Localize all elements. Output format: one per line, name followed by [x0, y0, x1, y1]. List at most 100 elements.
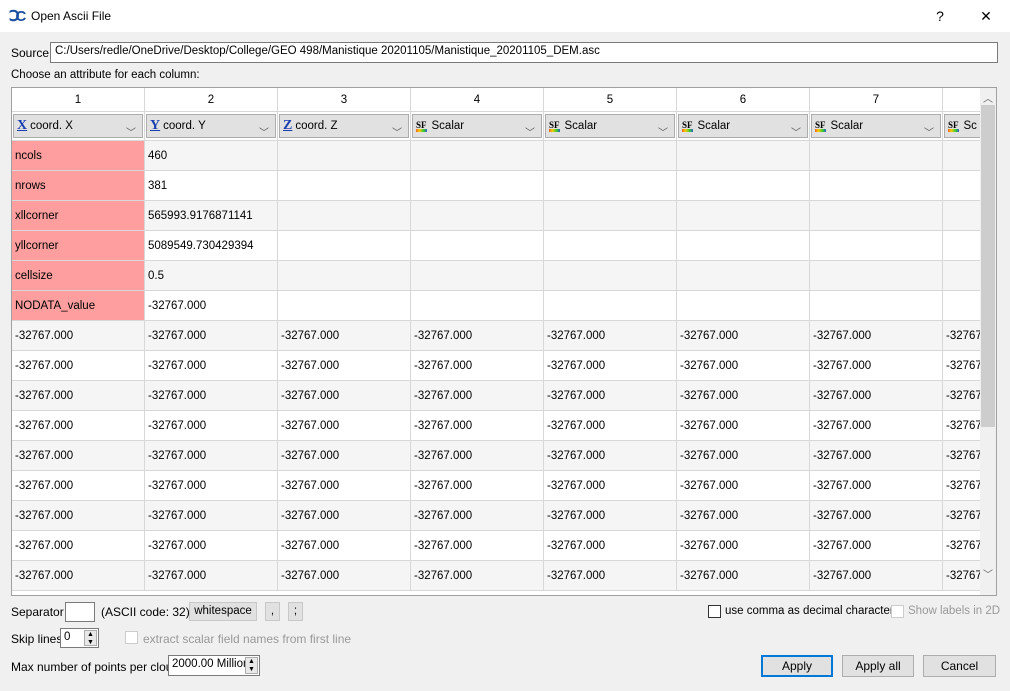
header-key-cell[interactable]: nrows — [12, 171, 145, 201]
table-cell[interactable]: -32767.000 — [544, 531, 677, 561]
header-key-cell[interactable]: NODATA_value — [12, 291, 145, 321]
table-cell[interactable] — [810, 171, 943, 201]
table-cell[interactable]: -32767.000 — [278, 471, 411, 501]
table-cell[interactable]: -32767.000 — [145, 321, 278, 351]
table-cell[interactable]: -32767.000 — [12, 441, 145, 471]
table-cell[interactable] — [544, 171, 677, 201]
table-cell[interactable]: -32767.000 — [278, 561, 411, 591]
table-cell[interactable]: -32767.000 — [677, 471, 810, 501]
table-cell[interactable]: -32767.000 — [677, 411, 810, 441]
table-cell[interactable] — [544, 231, 677, 261]
table-cell[interactable]: -32767.000 — [810, 381, 943, 411]
comma-decimal-checkbox[interactable] — [708, 605, 721, 618]
table-cell[interactable]: -32767.000 — [12, 381, 145, 411]
table-cell[interactable]: -32767.000 — [810, 351, 943, 381]
table-cell[interactable]: -32767 — [943, 441, 981, 471]
table-cell[interactable]: -32767.000 — [411, 471, 544, 501]
table-cell[interactable]: -32767.000 — [411, 501, 544, 531]
table-cell[interactable]: -32767.000 — [810, 441, 943, 471]
header-key-cell[interactable]: yllcorner — [12, 231, 145, 261]
table-cell[interactable]: -32767.000 — [278, 321, 411, 351]
table-cell[interactable] — [677, 201, 810, 231]
column-type-dropdown[interactable]: Ycoord. Y ﹀ — [146, 114, 276, 140]
table-cell[interactable]: -32767.000 — [544, 501, 677, 531]
table-cell[interactable]: -32767.000 — [145, 471, 278, 501]
table-cell[interactable]: -32767.000 — [145, 531, 278, 561]
chevron-down-icon[interactable]: ﹀ — [259, 119, 269, 140]
table-cell[interactable]: -32767.000 — [12, 351, 145, 381]
table-cell[interactable]: 381 — [145, 171, 278, 201]
table-cell[interactable]: -32767.000 — [145, 411, 278, 441]
table-cell[interactable]: -32767.000 — [145, 501, 278, 531]
table-cell[interactable]: 460 — [145, 141, 278, 171]
table-cell[interactable]: -32767 — [943, 531, 981, 561]
header-key-cell[interactable]: cellsize — [12, 261, 145, 291]
table-cell[interactable] — [810, 231, 943, 261]
skip-lines-spinbox[interactable]: 0 ▲ ▼ — [60, 628, 99, 648]
table-cell[interactable]: -32767.000 — [810, 561, 943, 591]
table-cell[interactable]: -32767.000 — [810, 321, 943, 351]
table-cell[interactable]: -32767.000 — [677, 441, 810, 471]
table-cell[interactable]: -32767.000 — [677, 561, 810, 591]
table-cell[interactable]: -32767.000 — [411, 321, 544, 351]
table-cell[interactable] — [677, 231, 810, 261]
table-cell[interactable]: -32767.000 — [677, 501, 810, 531]
table-cell[interactable]: -32767.000 — [411, 441, 544, 471]
table-cell[interactable] — [943, 201, 981, 231]
semicolon-button[interactable]: ; — [288, 602, 303, 621]
table-cell[interactable] — [677, 171, 810, 201]
table-cell[interactable] — [411, 261, 544, 291]
table-cell[interactable]: -32767.000 — [677, 351, 810, 381]
table-cell[interactable]: -32767.000 — [12, 501, 145, 531]
table-cell[interactable]: -32767.000 — [411, 531, 544, 561]
source-path-field[interactable]: C:/Users/redle/OneDrive/Desktop/College/… — [50, 42, 998, 63]
table-cell[interactable] — [943, 231, 981, 261]
table-cell[interactable] — [278, 201, 411, 231]
comma-button[interactable]: , — [265, 602, 280, 621]
table-cell[interactable]: 5089549.730429394 — [145, 231, 278, 261]
table-cell[interactable] — [278, 261, 411, 291]
chevron-down-icon[interactable]: ﹀ — [791, 119, 801, 140]
table-cell[interactable] — [810, 141, 943, 171]
table-cell[interactable]: -32767.000 — [12, 471, 145, 501]
table-cell[interactable]: -32767.000 — [810, 501, 943, 531]
table-cell[interactable]: -32767.000 — [677, 381, 810, 411]
table-cell[interactable]: -32767.000 — [278, 501, 411, 531]
table-cell[interactable] — [278, 231, 411, 261]
apply-all-button[interactable]: Apply all — [842, 655, 914, 677]
table-cell[interactable]: -32767.000 — [411, 381, 544, 411]
chevron-down-icon[interactable]: ﹀ — [658, 119, 668, 140]
table-cell[interactable] — [677, 261, 810, 291]
show-labels-checkbox[interactable] — [891, 605, 904, 618]
table-cell[interactable]: -32767.000 — [145, 381, 278, 411]
table-cell[interactable]: -32767 — [943, 381, 981, 411]
chevron-down-icon[interactable]: ﹀ — [924, 119, 934, 140]
extract-names-checkbox[interactable] — [125, 631, 138, 644]
table-cell[interactable] — [544, 291, 677, 321]
table-cell[interactable]: -32767 — [943, 351, 981, 381]
table-cell[interactable]: -32767.000 — [810, 411, 943, 441]
table-cell[interactable] — [278, 291, 411, 321]
table-cell[interactable]: -32767.000 — [544, 561, 677, 591]
table-cell[interactable] — [411, 171, 544, 201]
table-cell[interactable] — [544, 201, 677, 231]
spin-arrows-icon[interactable]: ▲ ▼ — [84, 630, 97, 646]
table-cell[interactable]: -32767.000 — [544, 381, 677, 411]
table-cell[interactable]: -32767 — [943, 501, 981, 531]
close-button[interactable]: ✕ — [963, 0, 1009, 32]
table-cell[interactable]: -32767.000 — [411, 411, 544, 441]
chevron-down-icon[interactable]: ﹀ — [126, 119, 136, 140]
table-cell[interactable]: -32767.000 — [145, 351, 278, 381]
table-cell[interactable] — [677, 141, 810, 171]
table-cell[interactable] — [943, 171, 981, 201]
cancel-button[interactable]: Cancel — [923, 655, 996, 677]
max-points-spinbox[interactable]: 2000.00 Million ▲ ▼ — [168, 655, 260, 676]
table-cell[interactable] — [943, 291, 981, 321]
table-cell[interactable]: -32767.000 — [544, 411, 677, 441]
table-cell[interactable]: -32767.000 — [544, 351, 677, 381]
table-cell[interactable]: 0.5 — [145, 261, 278, 291]
table-cell[interactable]: -32767.000 — [677, 321, 810, 351]
table-cell[interactable]: -32767 — [943, 561, 981, 591]
column-type-dropdown[interactable]: SF Scalar ﹀ — [412, 114, 542, 139]
column-type-dropdown[interactable]: SF Scalar ﹀ — [545, 114, 675, 140]
